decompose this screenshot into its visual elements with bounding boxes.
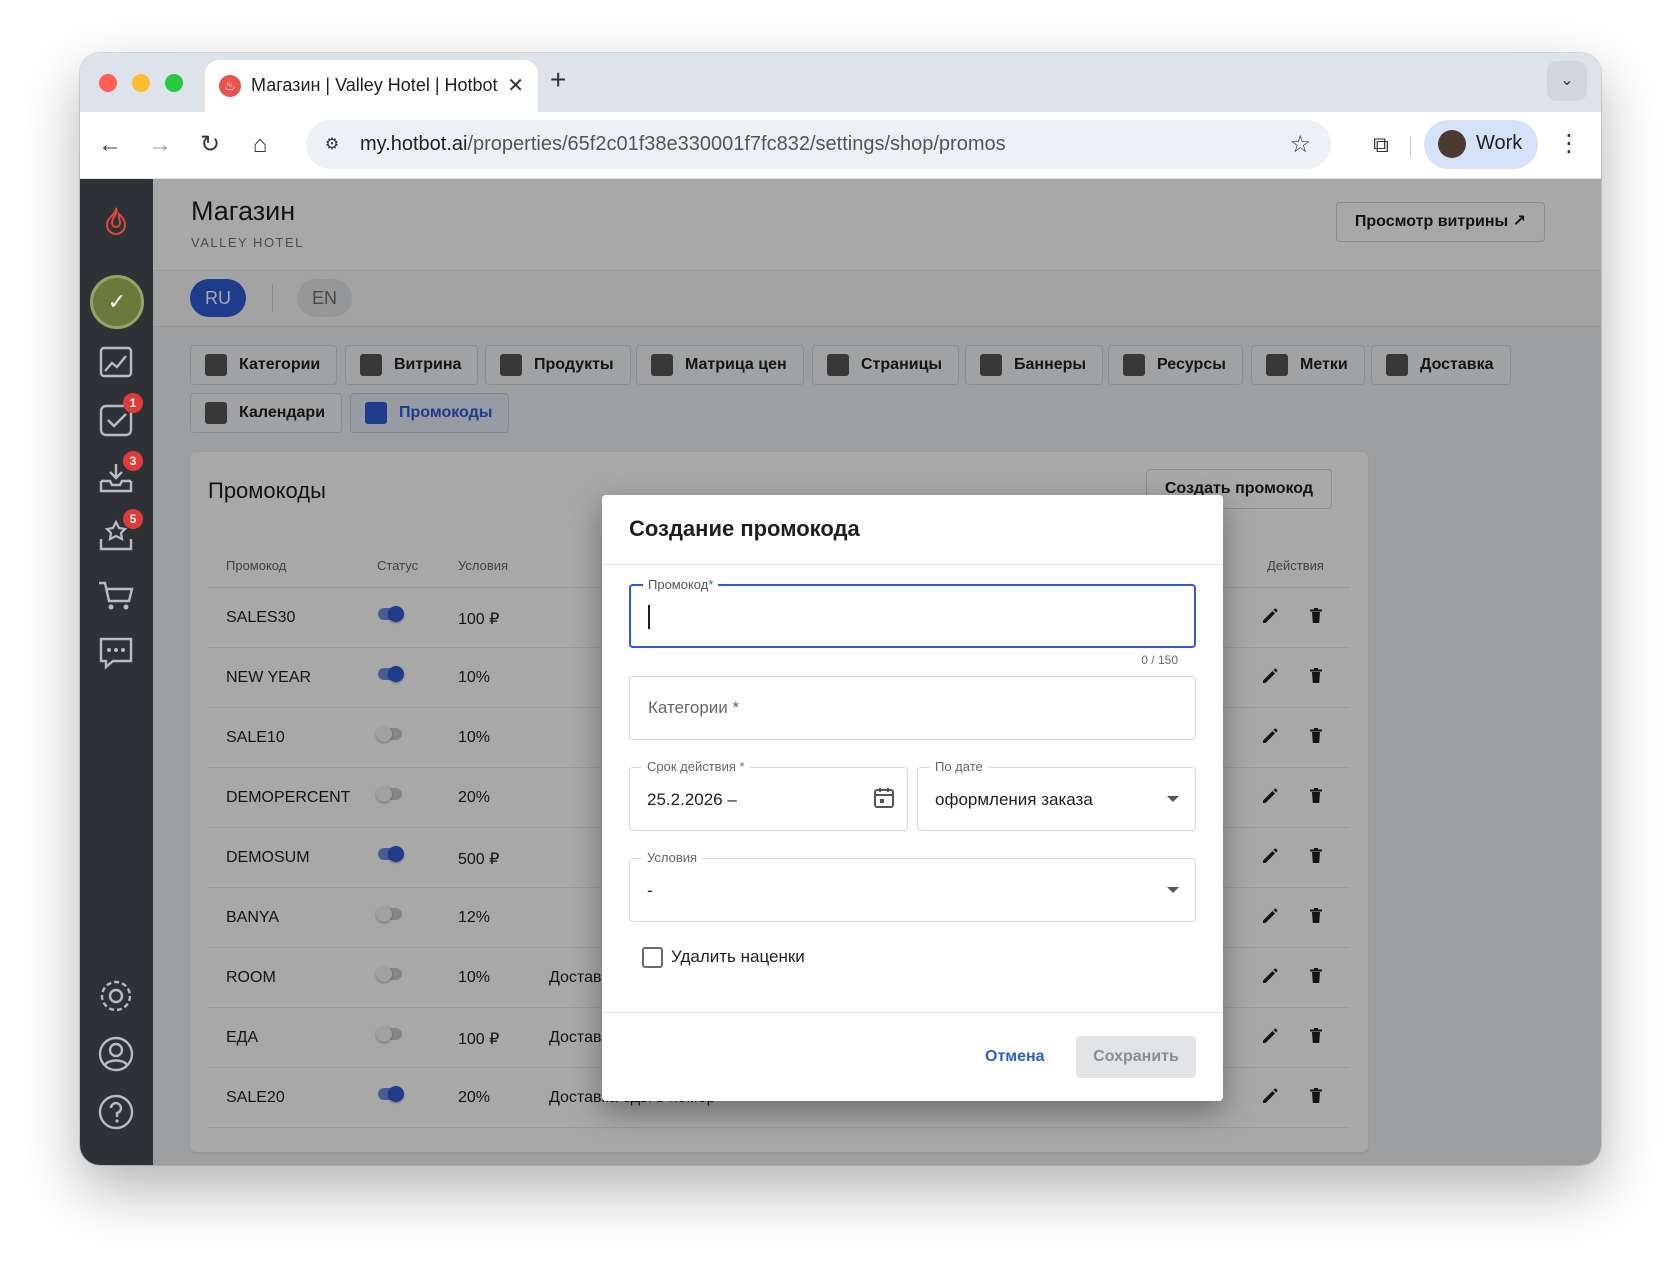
dialog-footer: Отмена Сохранить — [602, 1012, 1223, 1101]
promocode-label-text: Промокод — [648, 577, 709, 592]
property-avatar[interactable]: ✓ — [90, 275, 144, 329]
validity-date-field[interactable]: Срок действия * 25.2.2026 – — [629, 759, 908, 831]
extensions-puzzle-icon[interactable]: ⧉ — [1364, 128, 1398, 162]
cancel-button[interactable]: Отмена — [975, 1036, 1055, 1078]
address-url[interactable]: my.hotbot.ai/properties/65f2c01f38e33000… — [360, 133, 1006, 156]
save-button[interactable]: Сохранить — [1076, 1036, 1196, 1078]
minimize-window-button[interactable] — [132, 74, 150, 92]
validity-value: 25.2.2026 – — [647, 790, 737, 809]
by-date-label: По дате — [930, 759, 988, 774]
help-question-icon[interactable] — [93, 1089, 139, 1135]
left-sidebar: ✓ 1 3 5 — [80, 179, 153, 1165]
analytics-chart-icon[interactable] — [93, 339, 139, 385]
tab-search-chevron-icon[interactable]: ⌄ — [1547, 61, 1587, 101]
chat-bubble-icon[interactable] — [93, 629, 139, 675]
shop-cart-icon[interactable] — [93, 573, 139, 619]
by-date-value: оформления заказа — [935, 790, 1093, 809]
validity-label: Срок действия * — [642, 759, 750, 774]
profile-avatar — [1438, 130, 1466, 158]
remove-markups-label[interactable]: Удалить наценки — [671, 947, 805, 967]
settings-gear-icon[interactable] — [93, 973, 139, 1019]
site-settings-icon[interactable]: ⚙ — [320, 133, 344, 157]
conditions-value: - — [647, 881, 653, 900]
toolbar-divider — [1410, 136, 1411, 156]
bookmark-star-icon[interactable]: ☆ — [1289, 130, 1311, 159]
forward-arrow-icon[interactable]: → — [143, 128, 177, 162]
home-icon[interactable]: ⌂ — [243, 128, 277, 162]
app-area: ✓ 1 3 5 Магазин VALLEY HOTEL Просмотр ви… — [80, 179, 1601, 1165]
categories-select[interactable]: Категории * — [629, 676, 1196, 740]
character-counter: 0 / 150 — [1141, 653, 1178, 667]
hotbot-favicon-icon: ♨ — [219, 75, 241, 97]
browser-menu-kebab-icon[interactable]: ⋮ — [1557, 126, 1581, 162]
text-cursor — [648, 605, 650, 629]
conditions-select[interactable]: Условия - — [629, 850, 1196, 922]
reload-icon[interactable]: ↻ — [193, 128, 227, 162]
profile-button[interactable]: Work — [1424, 120, 1538, 169]
inbox-badge: 3 — [123, 451, 143, 471]
reviews-star-icon[interactable]: 5 — [93, 509, 143, 559]
browser-toolbar: ← → ↻ ⌂ ⚙ my.hotbot.ai/properties/65f2c0… — [80, 112, 1601, 179]
categories-placeholder: Категории * — [648, 698, 740, 717]
remove-markups-checkbox[interactable] — [642, 947, 663, 968]
dialog-title: Создание промокода — [629, 516, 860, 541]
browser-tab-active[interactable]: ♨ Магазин | Valley Hotel | Hotbot ✕ — [205, 60, 538, 112]
promocode-input[interactable]: Промокод* — [629, 577, 1196, 648]
maximize-window-button[interactable] — [165, 74, 183, 92]
close-tab-icon[interactable]: ✕ — [507, 73, 524, 98]
conditions-label: Условия — [642, 850, 703, 865]
url-path: /properties/65f2c01f38e330001f7fc832/set… — [467, 133, 1006, 155]
dropdown-arrow-icon — [1167, 796, 1179, 802]
browser-tab-title: Магазин | Valley Hotel | Hotbot — [251, 75, 498, 95]
create-promocode-dialog: Создание промокода Промокод* 0 / 150 Кат… — [602, 495, 1223, 1101]
calendar-icon[interactable] — [871, 785, 897, 811]
dropdown-arrow-icon — [1167, 887, 1179, 893]
close-window-button[interactable] — [99, 74, 117, 92]
tasks-badge: 1 — [123, 393, 143, 413]
browser-window: ♨ Магазин | Valley Hotel | Hotbot ✕ + ⌄ … — [80, 53, 1601, 1165]
promocode-label: Промокод* — [643, 577, 719, 592]
url-host: my.hotbot.ai — [360, 133, 468, 155]
back-arrow-icon[interactable]: ← — [93, 128, 127, 162]
required-marker: * — [708, 577, 714, 592]
account-user-icon[interactable] — [93, 1031, 139, 1077]
by-date-select[interactable]: По дате оформления заказа — [917, 759, 1196, 831]
hotbot-logo-icon[interactable] — [93, 197, 139, 243]
address-bar[interactable]: ⚙ my.hotbot.ai/properties/65f2c01f38e330… — [306, 120, 1331, 169]
inbox-icon[interactable]: 3 — [93, 451, 143, 501]
main-content: Магазин VALLEY HOTEL Просмотр витрины ↗ … — [153, 179, 1601, 1165]
new-tab-button[interactable]: + — [550, 65, 566, 95]
tab-strip: ♨ Магазин | Valley Hotel | Hotbot ✕ + ⌄ — [80, 53, 1601, 112]
dialog-header: Создание промокода — [602, 495, 1223, 565]
profile-name: Work — [1476, 132, 1523, 154]
tasks-check-icon[interactable]: 1 — [93, 393, 143, 443]
reviews-badge: 5 — [123, 509, 143, 529]
